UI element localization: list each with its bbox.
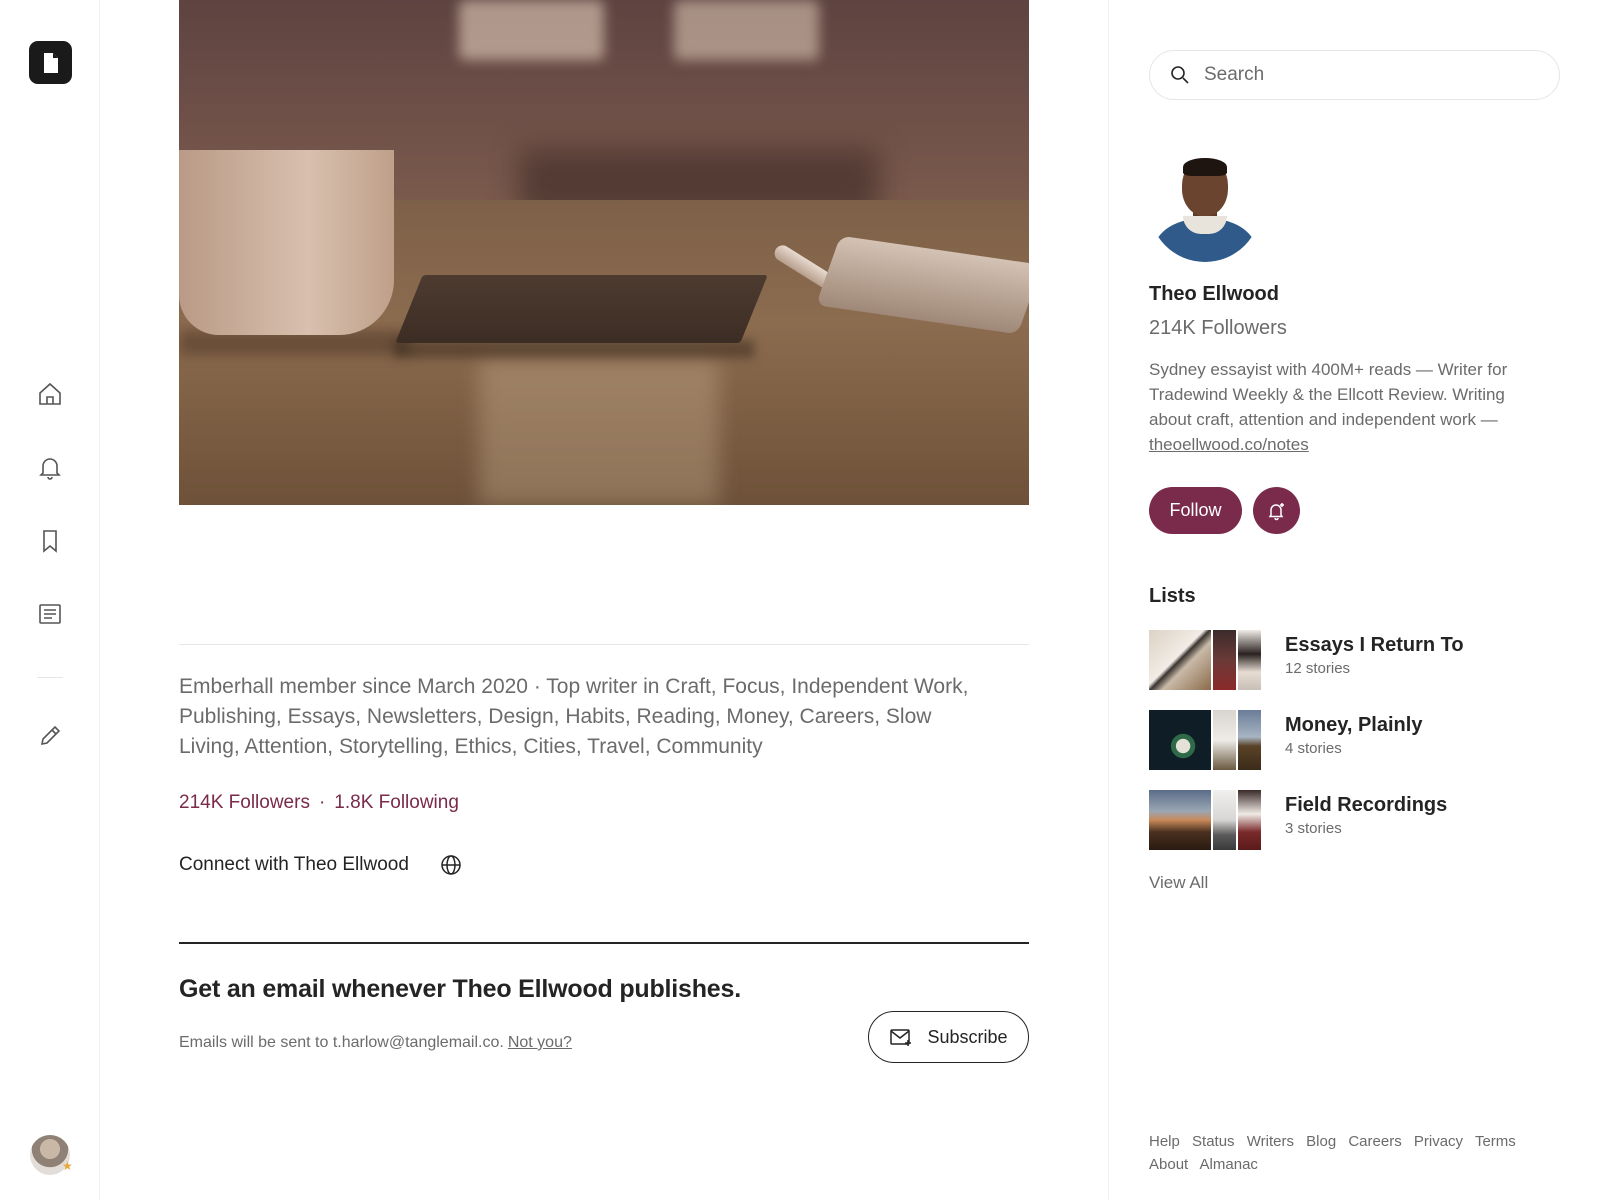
list-count: 3 stories: [1285, 820, 1342, 837]
right-sidebar: Theo Ellwood 214K Followers Sydney essay…: [1108, 0, 1600, 1200]
list-thumbnails: [1149, 630, 1261, 690]
list-item[interactable]: Essays I Return To 12 stories: [1149, 630, 1569, 690]
footer-links: Help Status Writers Blog Careers Privacy…: [1149, 1130, 1569, 1176]
list-name: Essays I Return To: [1285, 634, 1464, 656]
member-star-icon: ★: [62, 1159, 73, 1173]
list-name: Money, Plainly: [1285, 714, 1423, 736]
profile-followers[interactable]: 214K Followers: [1149, 317, 1287, 340]
view-all-link[interactable]: View All: [1149, 873, 1208, 893]
list-thumbnails: [1149, 710, 1261, 770]
left-rail: ★: [0, 0, 100, 1200]
write-icon[interactable]: [36, 722, 64, 750]
not-you-link[interactable]: Not you?: [508, 1034, 572, 1051]
rail-divider: [37, 677, 63, 678]
footer-link-terms[interactable]: Terms: [1475, 1133, 1516, 1150]
list-count: 4 stories: [1285, 740, 1342, 757]
globe-icon[interactable]: [439, 853, 463, 877]
connect-row: Connect with Theo Ellwood: [179, 853, 463, 877]
subscribe-button[interactable]: Subscribe: [868, 1011, 1029, 1063]
bell-icon[interactable]: [36, 454, 64, 482]
search-input[interactable]: [1204, 64, 1534, 86]
follow-stats: 214K Followers · 1.8K Following: [179, 790, 459, 816]
search-box[interactable]: [1149, 50, 1560, 100]
subscribe-divider: [179, 942, 1029, 944]
footer-link-status[interactable]: Status: [1192, 1133, 1235, 1150]
footer-link-almanac[interactable]: Almanac: [1200, 1156, 1258, 1173]
member-since-text: Emberhall member since March 2020 · Top …: [179, 675, 969, 758]
lists-heading: Lists: [1149, 585, 1196, 607]
footer-link-careers[interactable]: Careers: [1348, 1133, 1401, 1150]
mail-plus-icon: [890, 1029, 912, 1046]
list-name: Field Recordings: [1285, 794, 1448, 816]
stories-icon[interactable]: [36, 600, 64, 628]
list-item[interactable]: Field Recordings 3 stories: [1149, 790, 1569, 850]
divider: [179, 644, 1029, 645]
logo-icon[interactable]: [29, 41, 72, 84]
footer-link-blog[interactable]: Blog: [1306, 1133, 1336, 1150]
list-thumbnails: [1149, 790, 1261, 850]
footer-link-help[interactable]: Help: [1149, 1133, 1180, 1150]
subscribe-bell-button[interactable]: [1253, 487, 1300, 534]
subscribe-email-text: Emails will be sent to t.harlow@tanglema…: [179, 1034, 504, 1051]
footer-link-about[interactable]: About: [1149, 1156, 1188, 1173]
profile-bio-link[interactable]: theoellwood.co/notes: [1149, 435, 1309, 454]
list-item[interactable]: Money, Plainly 4 stories: [1149, 710, 1569, 770]
profile-bio-text: Sydney essayist with 400M+ reads — Write…: [1149, 360, 1508, 429]
search-icon: [1171, 66, 1189, 84]
following-link[interactable]: 1.8K Following: [334, 792, 459, 813]
subscribe-label: Subscribe: [927, 1026, 1008, 1047]
list-count: 12 stories: [1285, 660, 1351, 677]
footer-link-privacy[interactable]: Privacy: [1414, 1133, 1463, 1150]
profile-avatar[interactable]: [1149, 150, 1261, 262]
main-column: Emberhall member since March 2020 · Top …: [100, 0, 1108, 1200]
bell-plus-icon: [1268, 502, 1284, 520]
subscribe-note: Emails will be sent to t.harlow@tanglema…: [179, 1034, 572, 1052]
home-icon[interactable]: [36, 380, 64, 408]
follow-button[interactable]: Follow: [1149, 487, 1242, 534]
footer-link-writers[interactable]: Writers: [1247, 1133, 1294, 1150]
followers-link[interactable]: 214K Followers: [179, 792, 310, 813]
profile-bio: Sydney essayist with 400M+ reads — Write…: [1149, 357, 1549, 457]
stats-separator: ·: [318, 792, 326, 813]
bookmark-icon[interactable]: [36, 527, 64, 555]
profile-name[interactable]: Theo Ellwood: [1149, 283, 1279, 306]
hero-image: [179, 0, 1029, 505]
subscribe-heading: Get an email whenever Theo Ellwood publi…: [179, 975, 741, 1003]
connect-label: Connect with Theo Ellwood: [179, 854, 409, 875]
